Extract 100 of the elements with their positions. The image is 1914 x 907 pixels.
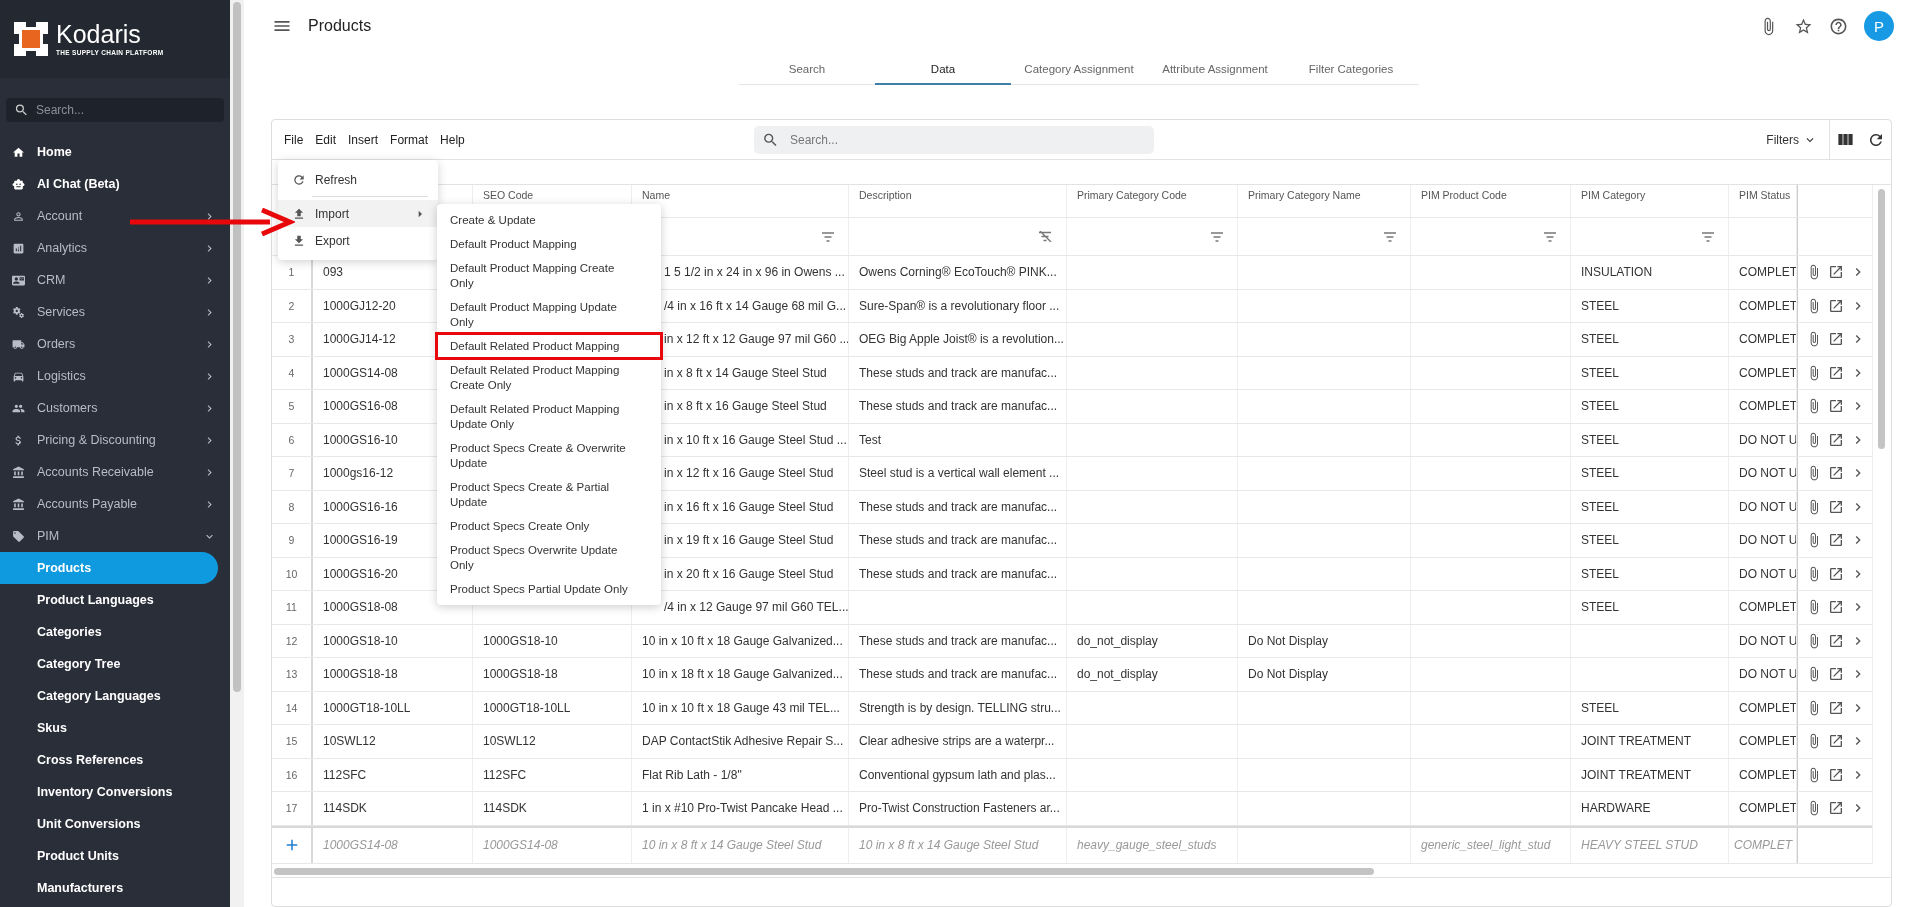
tab[interactable]: Search [739, 56, 875, 85]
table-cell: 10 in x 10 ft x 18 Gauge 43 mil TEL... [642, 700, 840, 715]
filter-icon[interactable] [1211, 231, 1223, 242]
logo-name: Kodaris [56, 22, 142, 47]
sidebar-item[interactable]: Skus [0, 712, 218, 744]
download-icon [292, 233, 306, 248]
open-external-icon[interactable] [1828, 632, 1844, 649]
table-cell: COMPLET [1739, 332, 1796, 347]
scrollbar[interactable] [230, 0, 244, 907]
tab[interactable]: Category Assignment [1011, 56, 1147, 85]
table-cell: 10 in x 8 ft x 14 Gauge Steel Stud [859, 838, 1039, 852]
filter-icon[interactable] [822, 231, 834, 242]
table-cell: 114SDK [483, 801, 527, 816]
sidebar-item[interactable]: Unit Conversions [0, 808, 218, 840]
open-external-icon[interactable] [1828, 465, 1844, 482]
column-header: PIM Product Code [1421, 189, 1507, 201]
tab[interactable]: Attribute Assignment [1147, 56, 1283, 85]
sidebar-item[interactable]: CRM [0, 264, 230, 296]
table-cell: in x 8 ft x 16 Gauge Steel Stud [664, 399, 827, 414]
sidebar-item[interactable]: Pricing & Discounting [0, 424, 230, 456]
open-external-icon[interactable] [1828, 297, 1844, 314]
menu-item[interactable]: Default Related Product Mapping [437, 334, 661, 358]
menu-item[interactable]: Format [390, 132, 429, 147]
open-external-icon[interactable] [1828, 498, 1844, 515]
table-cell: 112SFC [483, 767, 527, 782]
filters-button[interactable]: Filters [1766, 119, 1830, 160]
star-icon[interactable] [1794, 16, 1813, 36]
open-external-icon[interactable] [1828, 264, 1844, 281]
menu-item[interactable]: Default Related Product Mapping Update Only [437, 397, 661, 436]
table-cell: 1000GS18-18 [483, 667, 558, 682]
table-cell: DAP ContactStik Adhesive Repair S... [642, 734, 844, 749]
menu-item[interactable]: Default Product Mapping Create Only [437, 256, 661, 295]
sidebar-item[interactable]: Home [0, 136, 230, 168]
sidebar-item[interactable]: Manufacturers [0, 872, 218, 904]
menu-item[interactable]: Product Specs Create Only [437, 514, 661, 538]
filter-icon[interactable] [1544, 231, 1556, 242]
filter-icon[interactable] [1384, 231, 1396, 242]
menu-item[interactable]: Insert [348, 132, 379, 147]
open-external-icon[interactable] [1828, 733, 1844, 750]
table-cell: DO NOT U [1739, 466, 1796, 481]
open-external-icon[interactable] [1828, 800, 1844, 817]
sidebar-item[interactable]: AI Chat (Beta) [0, 168, 230, 200]
menu-item[interactable]: Refresh [278, 166, 438, 193]
sidebar-item[interactable]: Categories [0, 616, 218, 648]
sidebar-item[interactable]: Category Tree [0, 648, 218, 680]
search-field[interactable]: Search... [754, 125, 1154, 154]
menu-item[interactable]: Create & Update [437, 208, 661, 232]
menu-item[interactable]: Product Specs Create & Overwrite Update [437, 436, 661, 475]
table-cell: STEEL [1581, 466, 1619, 481]
table-cell: 1000GS18-10 [323, 633, 398, 648]
menu-item[interactable]: Default Product Mapping [437, 232, 661, 256]
menu-item[interactable]: Product Specs Create & Partial Update [437, 475, 661, 514]
sidebar-item[interactable]: Services [0, 296, 230, 328]
upload-icon [292, 206, 306, 221]
open-external-icon[interactable] [1828, 766, 1844, 783]
sidebar-item[interactable]: Customers [0, 392, 230, 424]
open-external-icon[interactable] [1828, 398, 1844, 415]
menu-item[interactable]: Product Specs Overwrite Update Only [437, 538, 661, 577]
menu-item[interactable]: Default Product Mapping Update Only [437, 295, 661, 334]
sidebar-item[interactable]: Cross References [0, 744, 218, 776]
open-external-icon[interactable] [1828, 331, 1844, 348]
open-external-icon[interactable] [1828, 565, 1844, 582]
table-cell: These studs and track are manufac... [859, 633, 1058, 648]
sidebar-item[interactable]: Accounts Payable [0, 488, 230, 520]
open-external-icon[interactable] [1828, 532, 1844, 549]
sidebar-item[interactable]: Accounts Receivable [0, 456, 230, 488]
help-icon[interactable] [1829, 16, 1848, 36]
open-external-icon[interactable] [1828, 364, 1844, 381]
table-cell: in x 12 ft x 12 Gauge 97 mil G60 ... [664, 332, 848, 347]
sidebar-search-field[interactable]: Search... [6, 98, 224, 122]
table-cell: JOINT TREATMENT [1581, 734, 1691, 749]
table-cell: 1000GS18-08 [323, 600, 398, 615]
open-external-icon[interactable] [1828, 699, 1844, 716]
filter-icon[interactable] [1702, 231, 1714, 242]
table-cell: do_not_display [1077, 633, 1158, 648]
sidebar-item[interactable]: PIM [0, 520, 230, 552]
sidebar-item[interactable]: Product Languages [0, 584, 218, 616]
table-cell: 10SWL12 [483, 734, 536, 749]
sidebar-item[interactable]: Product Units [0, 840, 218, 872]
sidebar-item[interactable]: Logistics [0, 360, 230, 392]
open-external-icon[interactable] [1828, 599, 1844, 616]
sidebar-item[interactable]: Account [0, 200, 230, 232]
menu-item[interactable]: Import [278, 200, 438, 227]
table-cell: STEEL [1581, 533, 1619, 548]
sidebar-item[interactable]: Analytics [0, 232, 230, 264]
sidebar-item[interactable]: Inventory Conversions [0, 776, 218, 808]
page-title: Products [308, 17, 373, 35]
open-external-icon[interactable] [1828, 431, 1844, 448]
sidebar-item[interactable]: Orders [0, 328, 230, 360]
menu-item[interactable]: Product Specs Partial Update Only [437, 577, 661, 601]
menu-item[interactable]: File [284, 132, 304, 147]
tab[interactable]: Data [875, 56, 1011, 85]
menu-item[interactable]: Default Related Product Mapping Create Only [437, 358, 661, 397]
tab[interactable]: Filter Categories [1283, 56, 1419, 85]
open-external-icon[interactable] [1828, 666, 1844, 683]
menu-item[interactable]: Help [440, 132, 465, 147]
filter-off-icon[interactable] [1039, 231, 1052, 242]
sidebar-item[interactable]: Category Languages [0, 680, 218, 712]
menu-item[interactable]: Edit [315, 132, 337, 147]
table-cell: 093 [323, 265, 344, 280]
